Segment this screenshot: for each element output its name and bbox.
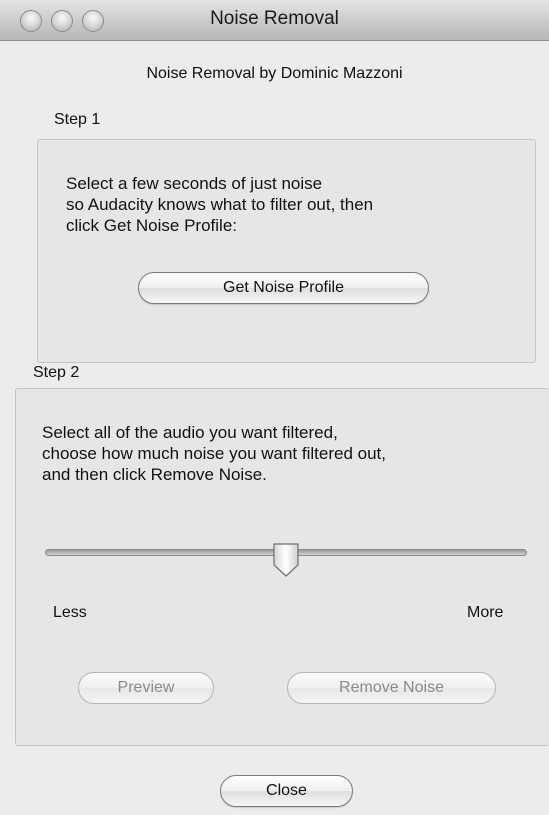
remove-noise-button[interactable]: Remove Noise bbox=[287, 672, 496, 704]
noise-reduction-slider-thumb[interactable] bbox=[272, 543, 300, 577]
step1-instructions: Select a few seconds of just noise so Au… bbox=[66, 173, 373, 236]
window-title: Noise Removal bbox=[210, 8, 339, 29]
step1-group: Select a few seconds of just noise so Au… bbox=[37, 139, 536, 363]
slider-max-label: More bbox=[467, 604, 504, 621]
step1-line: click Get Noise Profile: bbox=[66, 216, 237, 235]
step1-label: Step 1 bbox=[54, 111, 101, 128]
step2-line: Select all of the audio you want filtere… bbox=[42, 423, 338, 442]
step2-instructions: Select all of the audio you want filtere… bbox=[42, 422, 386, 485]
preview-button[interactable]: Preview bbox=[78, 672, 214, 704]
step2-line: and then click Remove Noise. bbox=[42, 465, 267, 484]
slider-min-label: Less bbox=[53, 604, 87, 621]
step1-line: so Audacity knows what to filter out, th… bbox=[66, 195, 374, 214]
step2-line: choose how much noise you want filtered … bbox=[42, 444, 386, 463]
close-button[interactable]: Close bbox=[220, 775, 353, 807]
step2-label: Step 2 bbox=[33, 364, 80, 381]
title-bar[interactable]: Noise Removal bbox=[0, 0, 549, 41]
step1-line: Select a few seconds of just noise bbox=[66, 174, 323, 193]
noise-removal-dialog: Noise Removal Noise Removal by Dominic M… bbox=[0, 0, 549, 815]
get-noise-profile-button[interactable]: Get Noise Profile bbox=[138, 272, 429, 304]
dialog-subtitle: Noise Removal by Dominic Mazzoni bbox=[146, 65, 403, 82]
